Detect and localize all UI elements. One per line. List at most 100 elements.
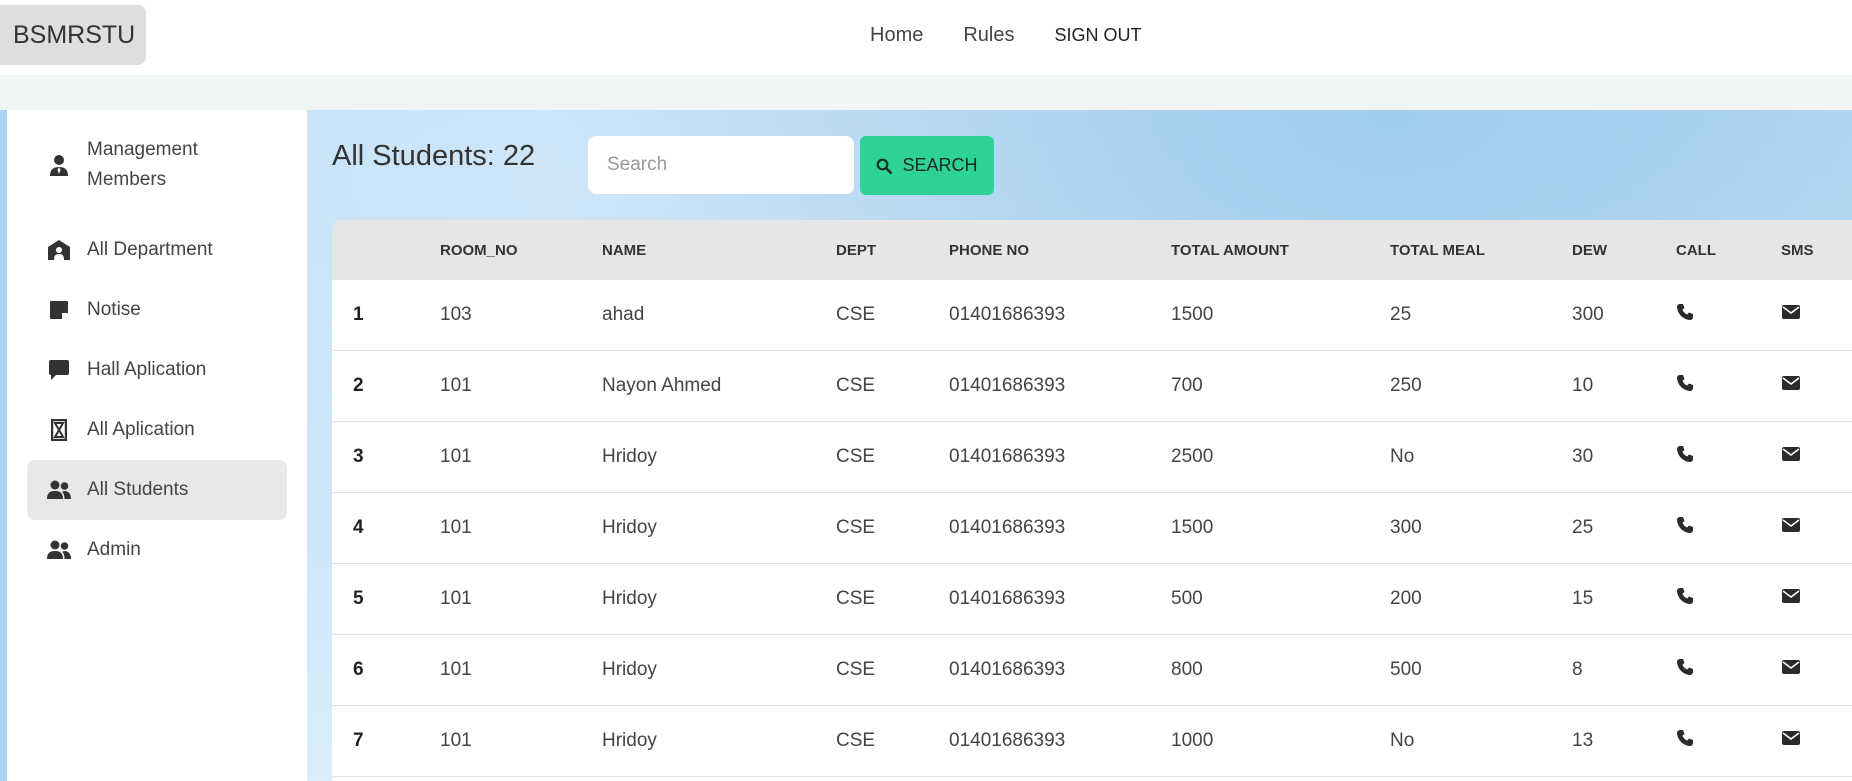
name-cell: Hridoy [602, 421, 836, 493]
column-header-room-no[interactable]: ROOM_NO [440, 220, 602, 280]
sms-cell[interactable] [1781, 280, 1852, 351]
dept-cell: CSE [836, 705, 949, 777]
nav-rules-link[interactable]: Rules [963, 22, 1014, 48]
call-cell[interactable] [1676, 421, 1781, 493]
column-header-total-meal[interactable]: TOTAL MEAL [1390, 220, 1572, 280]
dew-cell: 13 [1572, 705, 1676, 777]
phone-no-cell: 01401686393 [949, 705, 1171, 777]
sms-cell[interactable] [1781, 563, 1852, 635]
envelope-icon[interactable] [1781, 588, 1801, 609]
room-no-cell: 101 [440, 563, 602, 635]
total-amount-cell: 2500 [1171, 421, 1390, 493]
total-amount-cell: 1500 [1171, 280, 1390, 351]
dept-cell: CSE [836, 280, 949, 351]
room-no-cell: 103 [440, 280, 602, 351]
top-nav-links: Home Rules SIGN OUT [870, 22, 1142, 48]
sms-cell[interactable] [1781, 421, 1852, 493]
phone-icon[interactable] [1676, 517, 1694, 539]
sidebar-item-all-students[interactable]: All Students [27, 460, 287, 520]
column-header-dept[interactable]: DEPT [836, 220, 949, 280]
phone-no-cell: 01401686393 [949, 350, 1171, 422]
total-meal-cell: 25 [1390, 280, 1572, 351]
sidebar-item-hall-aplication[interactable]: Hall Aplication [27, 340, 287, 400]
phone-icon[interactable] [1676, 588, 1694, 610]
total-amount-cell: 700 [1171, 350, 1390, 422]
name-cell: Hridoy [602, 492, 836, 564]
sidebar-item-label: All Students [87, 479, 189, 500]
phone-icon[interactable] [1676, 446, 1694, 468]
dept-cell: CSE [836, 563, 949, 635]
column-header-phone-no[interactable]: PHONE NO [949, 220, 1171, 280]
total-amount-cell: 1000 [1171, 705, 1390, 777]
name-cell: Nayon Ahmed [602, 350, 836, 422]
call-cell[interactable] [1676, 705, 1781, 777]
search-button[interactable]: SEARCH [860, 136, 994, 195]
row-index: 7 [332, 705, 440, 777]
table-row: 6 101 Hridoy CSE 01401686393 800 500 8 [332, 634, 1852, 706]
phone-no-cell: 01401686393 [949, 492, 1171, 564]
column-header-total-amount[interactable]: TOTAL AMOUNT [1171, 220, 1390, 280]
envelope-icon[interactable] [1781, 375, 1801, 396]
room-no-cell: 101 [440, 350, 602, 422]
dept-cell: CSE [836, 634, 949, 706]
envelope-icon[interactable] [1781, 304, 1801, 325]
phone-no-cell: 01401686393 [949, 421, 1171, 493]
phone-icon[interactable] [1676, 659, 1694, 681]
header-divider-band [0, 75, 1852, 110]
sidebar-item-label: Hall Aplication [87, 359, 207, 380]
brand-logo[interactable]: BSMRSTU [0, 5, 146, 65]
sidebar-item-management-members[interactable]: Management Members [27, 130, 287, 200]
sidebar-item-label: Admin [87, 539, 141, 560]
total-meal-cell: 200 [1390, 563, 1572, 635]
phone-icon[interactable] [1676, 304, 1694, 326]
nav-signout-link[interactable]: SIGN OUT [1055, 22, 1142, 48]
sidebar-item-label: All Department [87, 239, 213, 260]
call-cell[interactable] [1676, 350, 1781, 422]
phone-icon[interactable] [1676, 730, 1694, 752]
users-icon [45, 476, 73, 504]
envelope-icon[interactable] [1781, 446, 1801, 467]
table-row: 2 101 Nayon Ahmed CSE 01401686393 700 250 10 [332, 350, 1852, 422]
main-content: All Students: 22 SEARCH ROOM_NO NAME DEP… [307, 110, 1852, 781]
envelope-icon[interactable] [1781, 517, 1801, 538]
sidebar-item-all-aplication[interactable]: All Aplication [27, 400, 287, 460]
call-cell[interactable] [1676, 634, 1781, 706]
table-header-row: ROOM_NO NAME DEPT PHONE NO TOTAL AMOUNT … [332, 220, 1852, 280]
sms-cell[interactable] [1781, 705, 1852, 777]
sms-cell[interactable] [1781, 634, 1852, 706]
top-navbar: BSMRSTU Home Rules SIGN OUT [0, 0, 1852, 75]
sms-cell[interactable] [1781, 492, 1852, 564]
sidebar-item-notise[interactable]: Notise [27, 280, 287, 340]
hourglass-icon [45, 416, 73, 444]
envelope-icon[interactable] [1781, 659, 1801, 680]
call-cell[interactable] [1676, 563, 1781, 635]
total-meal-cell: 500 [1390, 634, 1572, 706]
row-index: 2 [332, 350, 440, 422]
sms-cell[interactable] [1781, 350, 1852, 422]
nav-home-link[interactable]: Home [870, 22, 923, 48]
search-icon [876, 158, 893, 174]
total-amount-cell: 800 [1171, 634, 1390, 706]
dew-cell: 30 [1572, 421, 1676, 493]
column-header-sms: SMS [1781, 220, 1852, 280]
total-meal-cell: No [1390, 705, 1572, 777]
call-cell[interactable] [1676, 280, 1781, 351]
column-header-dew[interactable]: DEW [1572, 220, 1676, 280]
sidebar-item-all-department[interactable]: All Department [27, 220, 287, 280]
envelope-icon[interactable] [1781, 730, 1801, 751]
room-no-cell: 101 [440, 421, 602, 493]
column-header-index [332, 220, 440, 280]
row-index: 3 [332, 421, 440, 493]
call-cell[interactable] [1676, 492, 1781, 564]
sidebar-item-admin[interactable]: Admin [27, 520, 287, 580]
sidebar-item-label: Members [87, 169, 167, 190]
user-tie-icon [45, 151, 73, 179]
sidebar-item-label: All Aplication [87, 419, 195, 440]
search-input[interactable] [588, 136, 854, 194]
name-cell: Hridoy [602, 634, 836, 706]
phone-icon[interactable] [1676, 375, 1694, 397]
total-meal-cell: No [1390, 421, 1572, 493]
room-no-cell: 101 [440, 705, 602, 777]
dew-cell: 300 [1572, 280, 1676, 351]
column-header-name[interactable]: NAME [602, 220, 836, 280]
